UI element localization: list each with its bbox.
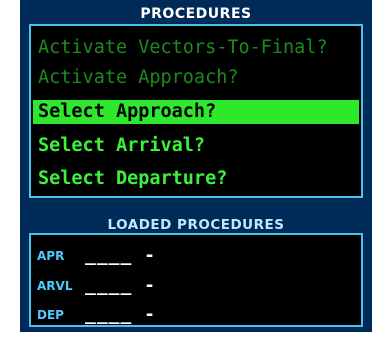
loaded-row-arrival: ARVL ____ -: [37, 275, 357, 297]
approach-value: ____ -: [85, 245, 157, 266]
loaded-row-approach: APR ____ -: [37, 245, 357, 267]
departure-label: DEP: [37, 308, 64, 322]
arrival-label: ARVL: [37, 279, 73, 293]
procedures-window: PROCEDURES Activate Vectors-To-Final? Ac…: [20, 0, 372, 332]
approach-label: APR: [37, 249, 65, 263]
loaded-row-departure: DEP ____ -: [37, 304, 357, 326]
menu-item-activate-vectors-to-final[interactable]: Activate Vectors-To-Final?: [33, 36, 359, 60]
menu-item-select-arrival[interactable]: Select Arrival?: [33, 134, 359, 158]
menu-item-select-approach[interactable]: Select Approach?: [33, 100, 359, 124]
procedures-title: PROCEDURES: [140, 6, 252, 22]
loaded-procedures-title: LOADED PROCEDURES: [107, 217, 285, 233]
menu-item-activate-approach[interactable]: Activate Approach?: [33, 66, 359, 90]
departure-value: ____ -: [85, 304, 157, 325]
menu-item-select-departure[interactable]: Select Departure?: [33, 167, 359, 191]
arrival-value: ____ -: [85, 275, 157, 296]
loaded-procedures-list: APR ____ - ARVL ____ - DEP ____ -: [29, 233, 363, 327]
procedures-menu: Activate Vectors-To-Final? Activate Appr…: [29, 24, 363, 198]
